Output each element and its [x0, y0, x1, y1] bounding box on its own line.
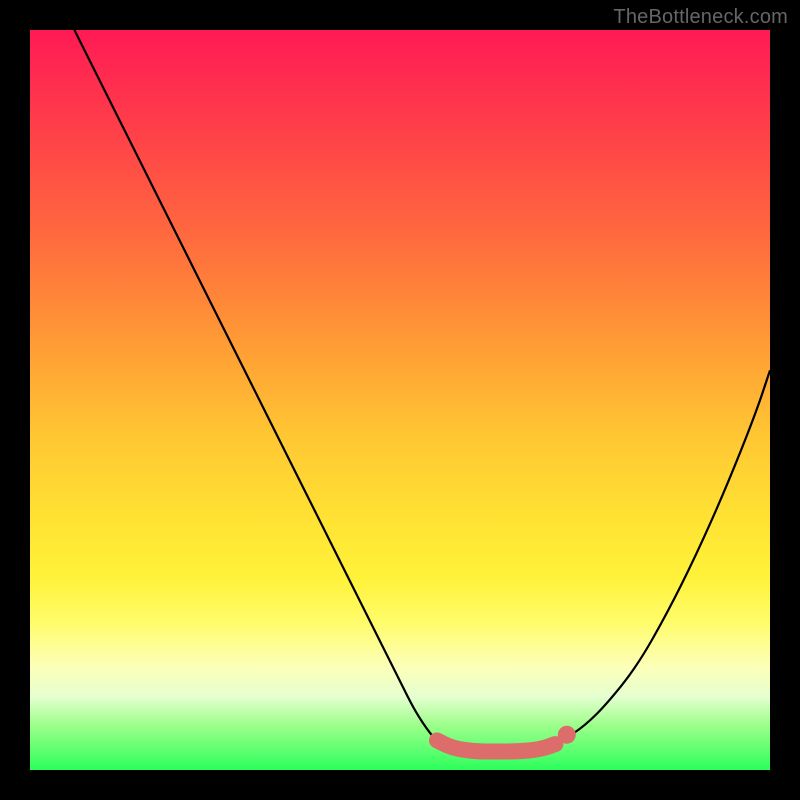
- left-curve-path: [74, 30, 437, 740]
- plateau-stroke: [437, 740, 555, 751]
- watermark-text: TheBottleneck.com: [613, 6, 788, 29]
- plateau-end-dot: [558, 726, 576, 744]
- chart-svg: [30, 30, 770, 770]
- plateau-group: [437, 740, 555, 751]
- right-curve-path: [563, 370, 770, 740]
- plot-area: [30, 30, 770, 770]
- chart-frame: TheBottleneck.com: [0, 0, 800, 800]
